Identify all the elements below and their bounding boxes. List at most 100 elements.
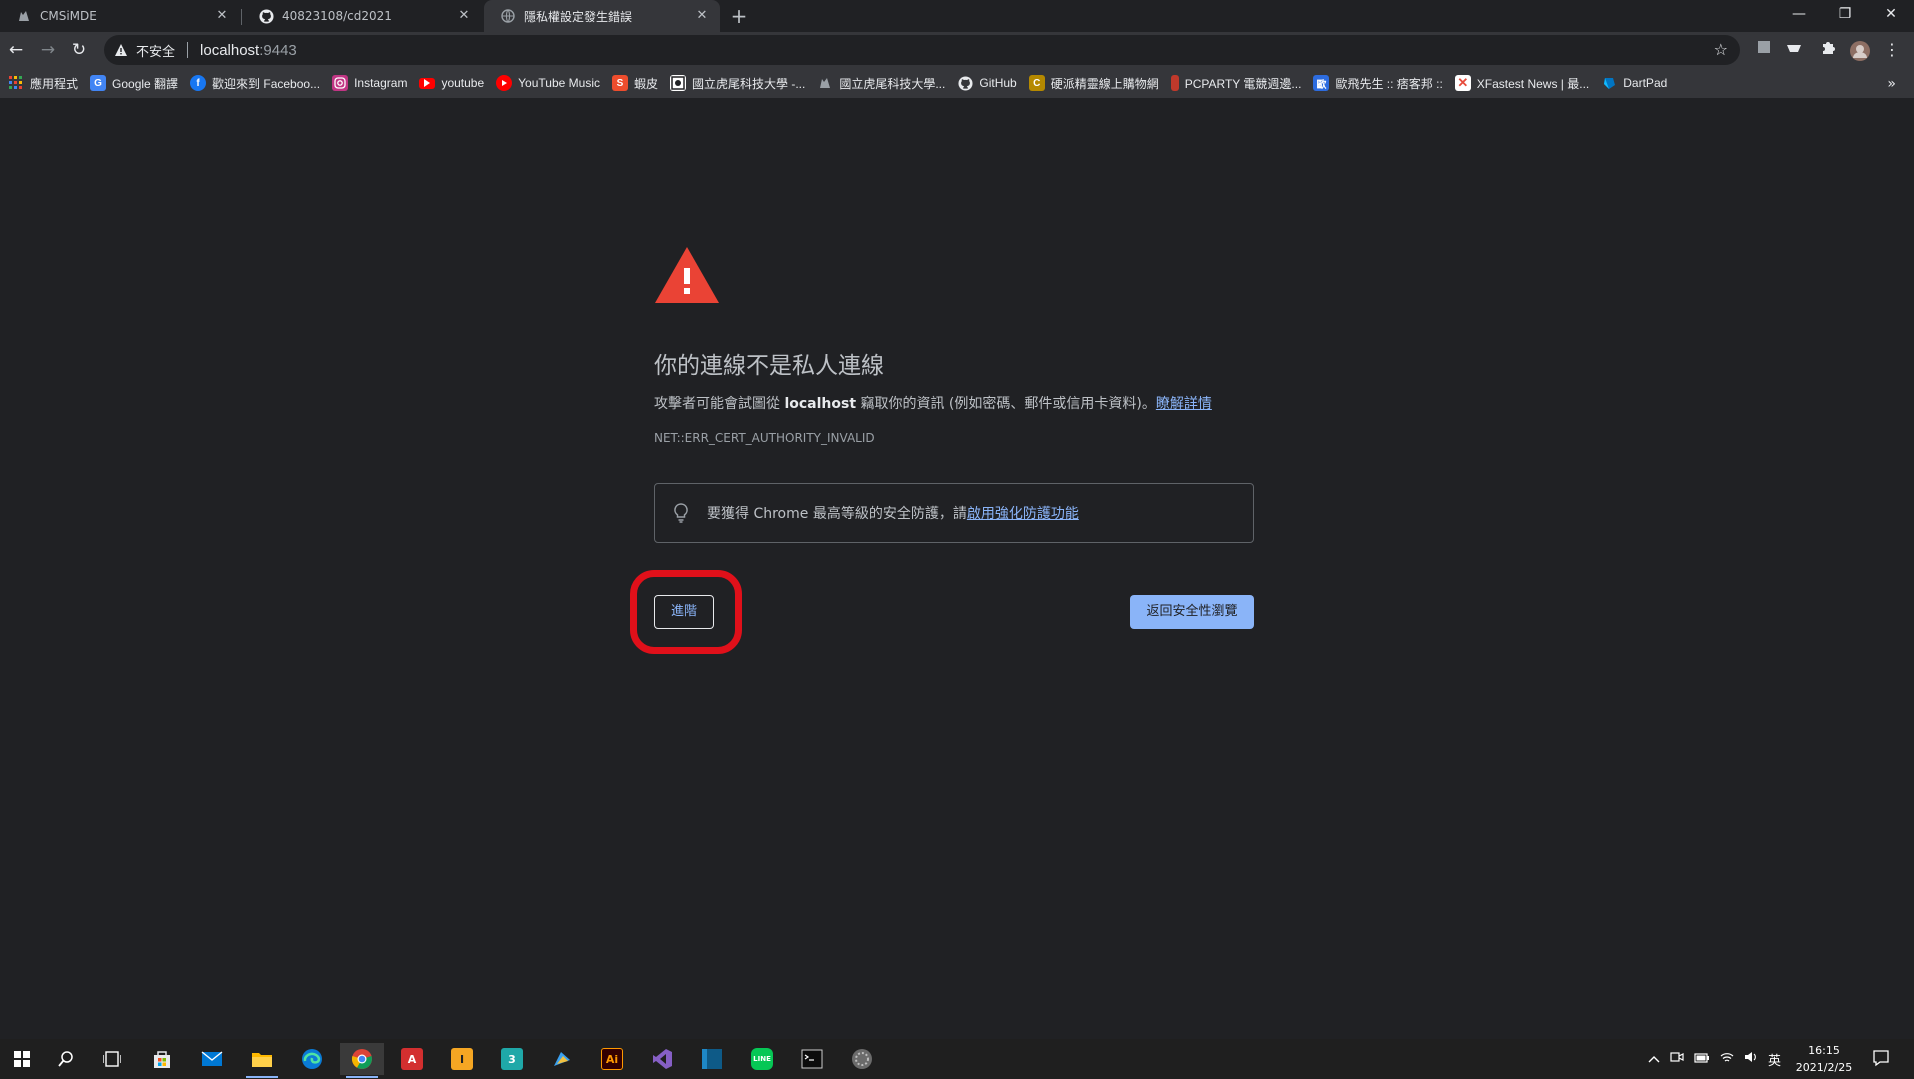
acrobat-icon[interactable]: A	[390, 1043, 434, 1075]
battery-icon[interactable]	[1694, 1052, 1710, 1067]
minimize-button[interactable]: —	[1776, 0, 1822, 28]
bookmark-pixnet[interactable]: 歐 歐飛先生 :: 痞客邦 ::	[1313, 75, 1443, 92]
chrome-icon[interactable]	[340, 1043, 384, 1078]
ime-indicator[interactable]: 英	[1768, 1050, 1781, 1069]
bookmarks-bar: 應用程式 G Google 翻譯 f 歡迎來到 Faceboo... Insta…	[0, 68, 1914, 98]
meet-now-icon[interactable]	[1670, 1050, 1684, 1068]
bookmark-star-icon[interactable]: ☆	[1714, 40, 1728, 59]
close-icon[interactable]: ✕	[456, 8, 472, 24]
taskbar-clock[interactable]: 16:15 2021/2/25	[1792, 1042, 1856, 1076]
chrome-menu-icon[interactable]: ⋮	[1882, 40, 1902, 60]
search-icon[interactable]	[44, 1043, 88, 1075]
clock-time: 16:15	[1808, 1044, 1840, 1057]
back-to-safety-button[interactable]: 返回安全性瀏覽	[1130, 595, 1254, 629]
bookmark-youtube[interactable]: youtube	[419, 76, 484, 90]
forward-button[interactable]: →	[36, 38, 60, 62]
app-round-icon[interactable]	[840, 1043, 884, 1075]
reload-button[interactable]: ↻	[67, 38, 91, 62]
bookmark-label: youtube	[441, 76, 485, 90]
bookmark-nfu-2[interactable]: 國立虎尾科技大學...	[817, 75, 945, 92]
profile-avatar[interactable]	[1849, 40, 1870, 61]
divider	[187, 42, 189, 58]
not-secure-label[interactable]: 不安全	[136, 41, 175, 60]
extension-square-icon[interactable]	[1754, 40, 1774, 60]
extension-cup-icon[interactable]	[1784, 40, 1804, 60]
dart-icon	[1601, 75, 1617, 91]
tab-strip: CMSiMDE ✕ 40823108/cd2021 ✕ 隱私權設定發生錯誤 ✕ …	[0, 0, 1914, 32]
paint-app-icon[interactable]	[540, 1043, 584, 1075]
close-icon[interactable]: ✕	[694, 8, 710, 24]
shopee-icon: S	[611, 75, 628, 91]
terminal-icon[interactable]	[790, 1043, 834, 1075]
bookmark-label: GitHub	[979, 76, 1017, 90]
bookmark-apps[interactable]: 應用程式	[8, 75, 78, 92]
tab-cmsimde[interactable]: CMSiMDE ✕	[0, 0, 240, 32]
more-bookmarks-icon[interactable]: »	[1887, 76, 1896, 92]
bookmark-xfastest[interactable]: ✕ XFastest News | 最...	[1454, 75, 1589, 92]
mail-icon[interactable]	[190, 1043, 234, 1075]
app-label: 3	[501, 1048, 523, 1070]
bookmark-shopee[interactable]: S 蝦皮	[611, 75, 658, 92]
edge-icon[interactable]	[290, 1043, 334, 1075]
enable-enhanced-protection-link[interactable]: 啟用強化防護功能	[967, 503, 1079, 523]
enhanced-protection-text: 要獲得 Chrome 最高等級的安全防護，請	[707, 506, 967, 522]
restore-button[interactable]: ❐	[1822, 0, 1868, 28]
warning-icon[interactable]	[114, 43, 128, 57]
bookmark-label: PCPARTY 電競週邊...	[1184, 76, 1302, 91]
learn-more-link[interactable]: 瞭解詳情	[1156, 396, 1212, 412]
browser-toolbar: ← → ↻ 不安全 localhost:9443 ☆ ⋮	[0, 32, 1914, 68]
bookmark-facebook[interactable]: f 歡迎來到 Faceboo...	[190, 75, 320, 92]
apps-grid-icon	[8, 75, 24, 91]
youtube-music-icon	[496, 75, 513, 91]
illustrator-icon[interactable]: Ai	[590, 1043, 634, 1075]
tab-github[interactable]: 40823108/cd2021 ✕	[242, 0, 482, 32]
system-tray: 英	[1648, 1039, 1781, 1079]
task-view-icon[interactable]	[90, 1043, 134, 1075]
windows-start-icon[interactable]	[0, 1043, 44, 1075]
github-icon	[258, 8, 274, 24]
windows-taskbar: A I 3 Ai LINE	[0, 1039, 1914, 1079]
bookmark-youtube-music[interactable]: YouTube Music	[496, 75, 600, 91]
bookmark-instagram[interactable]: Instagram	[332, 75, 407, 91]
clock-date: 2021/2/25	[1795, 1061, 1853, 1074]
instagram-icon	[332, 75, 349, 91]
tab-title: 40823108/cd2021	[282, 9, 392, 23]
tab-title: CMSiMDE	[40, 9, 97, 23]
extensions-puzzle-icon[interactable]	[1818, 40, 1838, 60]
url-host: localhost	[200, 41, 260, 59]
bookmark-nfu-1[interactable]: 國立虎尾科技大學 -...	[670, 75, 805, 92]
github-icon	[957, 75, 973, 91]
annotation-highlight-circle	[630, 570, 742, 654]
new-tab-button[interactable]: +	[727, 4, 751, 28]
google-translate-icon: G	[90, 75, 107, 91]
wifi-icon[interactable]	[1720, 1051, 1734, 1067]
bookmark-label: Instagram	[354, 76, 408, 90]
bookmark-coolpc[interactable]: C 硬派精靈線上購物網	[1028, 75, 1159, 92]
visual-studio-icon[interactable]	[640, 1043, 684, 1075]
nfu-cat-icon	[817, 75, 833, 91]
tab-privacy-error[interactable]: 隱私權設定發生錯誤 ✕	[484, 0, 720, 32]
line-icon[interactable]: LINE	[740, 1043, 784, 1075]
app-blue-icon[interactable]	[690, 1043, 734, 1075]
bookmark-github[interactable]: GitHub	[957, 75, 1017, 91]
back-button[interactable]: ←	[4, 38, 28, 62]
bookmark-dartpad[interactable]: DartPad	[1601, 75, 1667, 91]
3dsmax-icon[interactable]: 3	[490, 1043, 534, 1075]
globe-icon	[500, 8, 516, 24]
chevron-up-icon[interactable]	[1648, 1052, 1660, 1067]
file-explorer-icon[interactable]	[240, 1043, 284, 1078]
microsoft-store-icon[interactable]	[140, 1043, 184, 1075]
close-icon[interactable]: ✕	[214, 8, 230, 24]
desc-text: 攻擊者可能會試圖從	[654, 396, 785, 412]
error-code[interactable]: NET::ERR_CERT_AUTHORITY_INVALID	[654, 431, 875, 445]
close-window-button[interactable]: ✕	[1868, 0, 1914, 28]
app-label: A	[401, 1048, 423, 1070]
inventor-icon[interactable]: I	[440, 1043, 484, 1075]
bookmark-pcparty[interactable]: PCPARTY 電競週邊...	[1170, 75, 1302, 92]
volume-icon[interactable]	[1744, 1051, 1758, 1067]
url-port: :9443	[259, 41, 297, 59]
address-bar[interactable]: 不安全 localhost:9443 ☆	[104, 35, 1740, 65]
notification-icon[interactable]	[1872, 1049, 1890, 1071]
bookmark-google-translate[interactable]: G Google 翻譯	[90, 75, 178, 92]
privacy-error-page: 你的連線不是私人連線 攻擊者可能會試圖從 localhost 竊取你的資訊 (例…	[0, 98, 1914, 1039]
